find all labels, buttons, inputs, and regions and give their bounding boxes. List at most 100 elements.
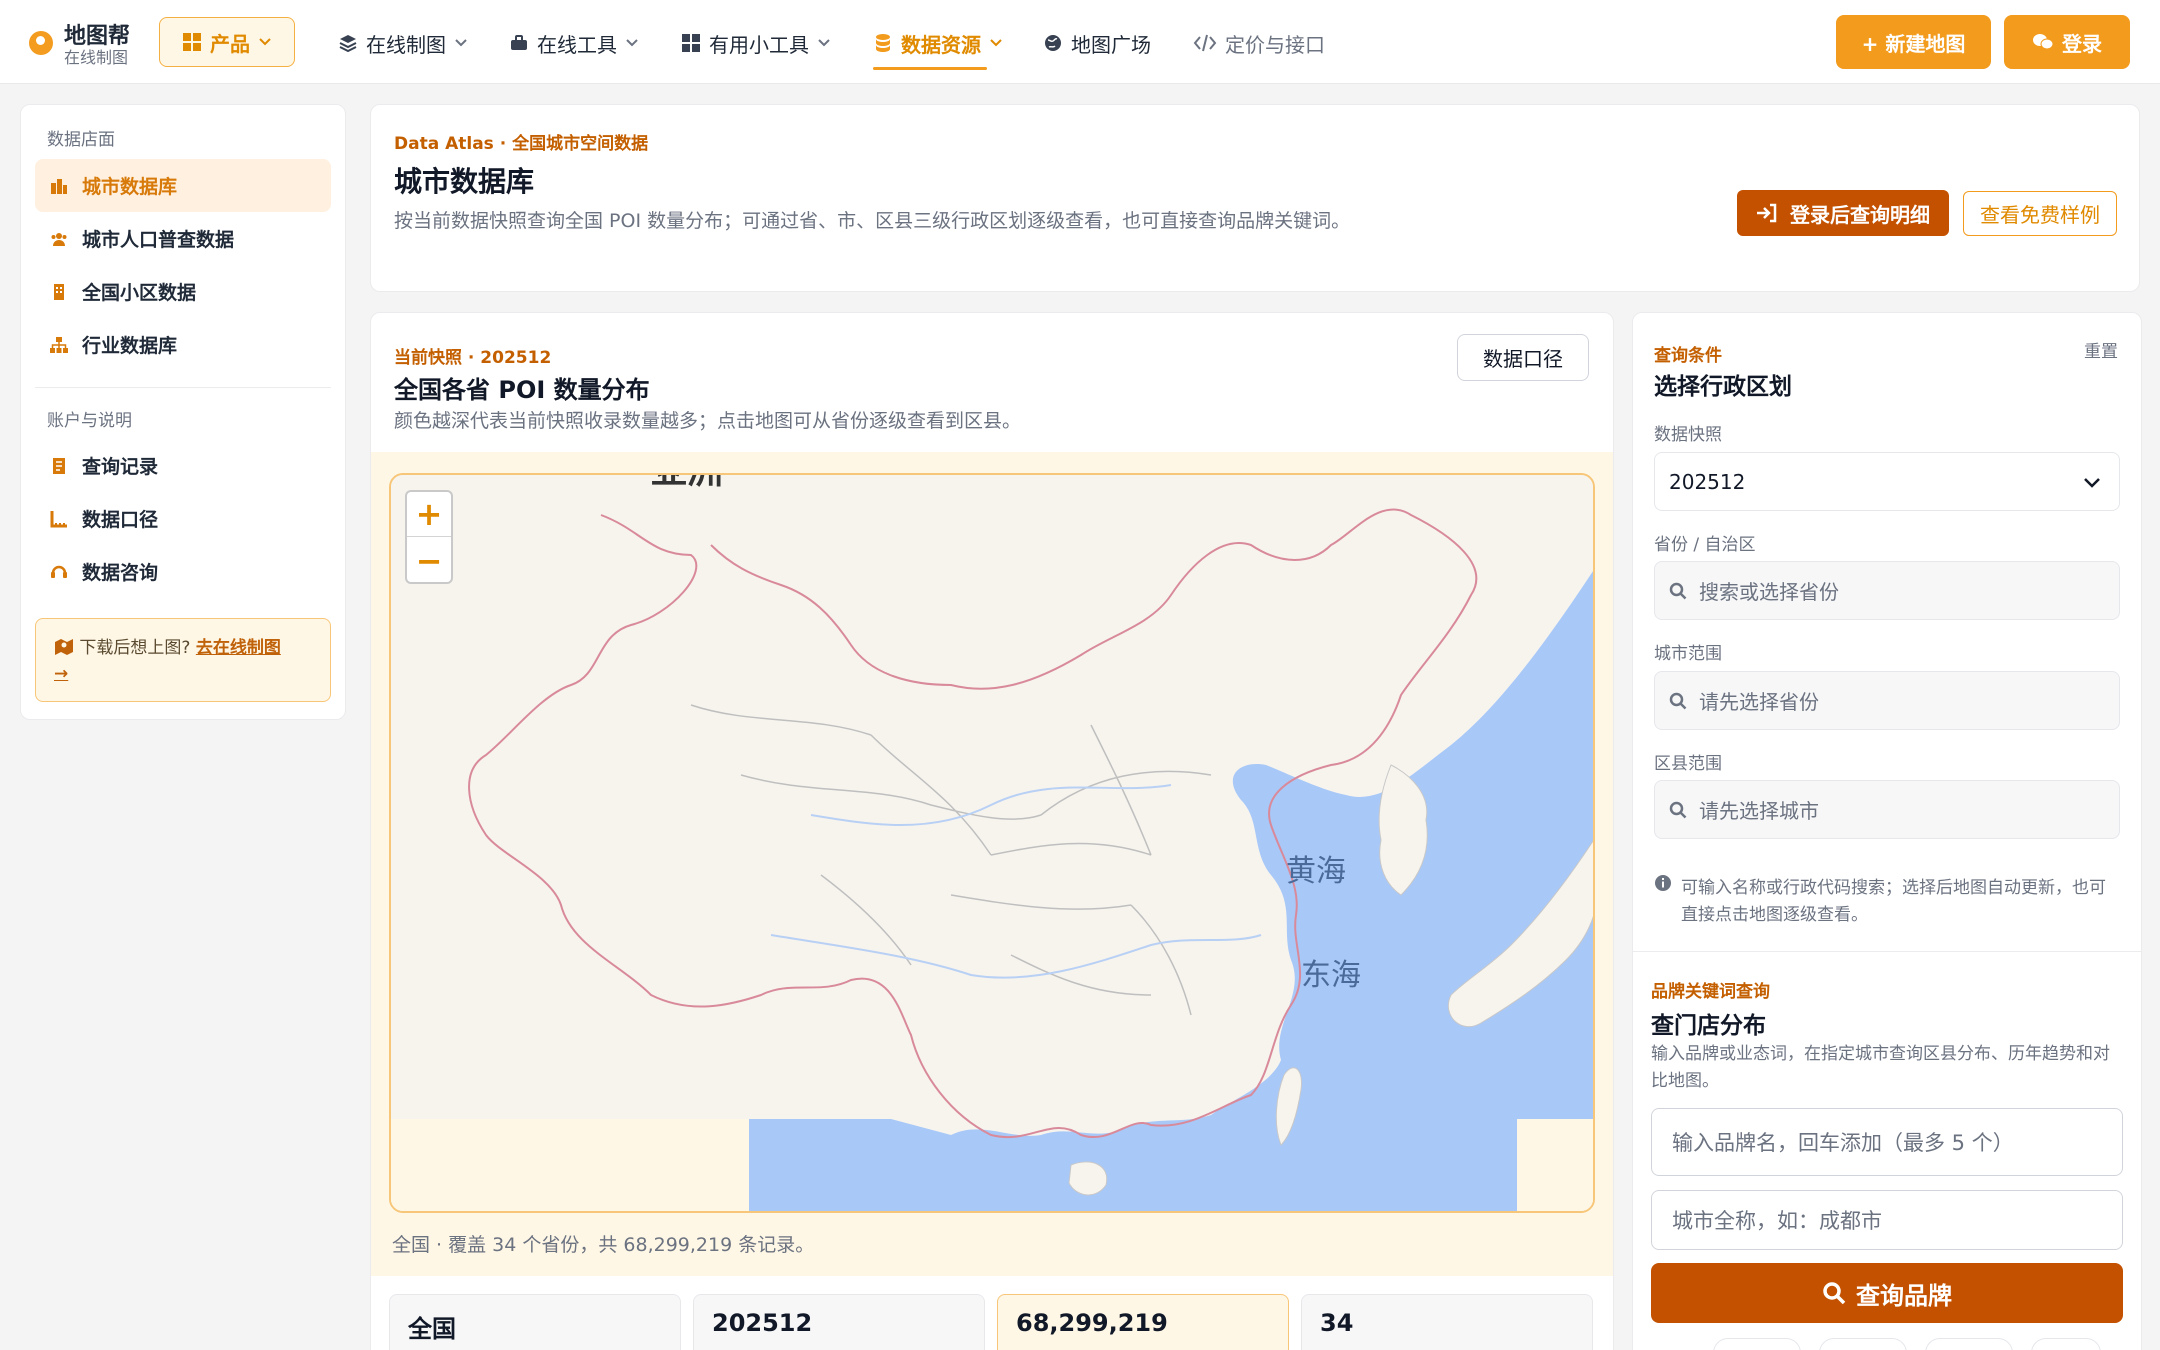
query-brand-button[interactable]: 查询品牌 — [1651, 1263, 2123, 1323]
nav-useful-tools[interactable]: 有用小工具 — [681, 26, 831, 60]
page-description: 按当前数据快照查询全国 POI 数量分布；可通过省、市、区县三级行政区划逐级查看… — [394, 210, 1351, 232]
chevron-down-icon — [455, 39, 467, 47]
nav-pricing-api[interactable]: 定价与接口 — [1193, 26, 1325, 60]
map-label-yellow-sea: 黄海 — [1286, 854, 1346, 889]
sidebar-item-label: 行业数据库 — [82, 335, 178, 357]
map-title: 全国各省 POI 数量分布 — [394, 376, 650, 404]
sidebar-section-account: 账户与说明 — [47, 411, 132, 431]
nav-map-square[interactable]: 地图广场 — [1043, 26, 1151, 60]
nav-data-resources[interactable]: 数据资源 — [873, 26, 1003, 60]
sidebar-item-industry[interactable]: 行业数据库 — [35, 318, 331, 371]
map-marker-icon — [55, 639, 73, 655]
search-icon — [1669, 582, 1687, 599]
new-map-button[interactable]: + 新建地图 — [1836, 15, 1991, 69]
logo-icon[interactable] — [29, 31, 53, 55]
sidebar-item-data-caliber[interactable]: 数据口径 — [35, 492, 331, 545]
nav-label: 有用小工具 — [709, 32, 809, 57]
brand-subtitle: 在线制图 — [64, 48, 129, 67]
nav-label: 在线工具 — [537, 32, 617, 57]
brand-query-title: 查门店分布 — [1651, 1013, 1766, 1039]
chevron-down-icon — [2084, 477, 2100, 488]
search-icon — [1669, 801, 1687, 818]
sidebar-item-city-database[interactable]: 城市数据库 — [35, 159, 331, 212]
brand-query-eyebrow: 品牌关键词查询 — [1651, 982, 1770, 1002]
city-placeholder: 请先选择省份 — [1699, 690, 1819, 714]
nav-label: 定价与接口 — [1225, 32, 1325, 57]
suggestion-chip[interactable] — [1925, 1338, 2013, 1350]
stat-records: 68,299,219 — [997, 1294, 1289, 1350]
sidebar-item-label: 全国小区数据 — [82, 282, 197, 304]
sidebar-item-label: 城市人口普查数据 — [82, 229, 235, 251]
wechat-icon — [2033, 34, 2054, 50]
suggestion-chip[interactable] — [1819, 1338, 1907, 1350]
sidebar-item-census[interactable]: 城市人口普查数据 — [35, 212, 331, 265]
sidebar-section-store: 数据店面 — [47, 130, 115, 150]
product-label: 产品 — [210, 31, 250, 56]
sign-in-icon — [1757, 203, 1777, 223]
china-map[interactable]: 黄海 东海 亚洲 — [389, 473, 1595, 1213]
brand-name-input[interactable]: 输入品牌名，回车添加（最多 5 个） — [1651, 1108, 2123, 1176]
province-search-input[interactable]: 搜索或选择省份 — [1654, 561, 2120, 620]
login-button[interactable]: 登录 — [2004, 15, 2130, 69]
promo-text: 下载后想上图? — [79, 638, 191, 658]
map-label-top-cut: 亚洲 — [651, 475, 723, 492]
chevron-down-icon — [259, 38, 271, 46]
sidebar-item-label: 数据口径 — [82, 509, 159, 531]
city-search-input[interactable]: 请先选择省份 — [1654, 671, 2120, 730]
active-nav-indicator — [873, 67, 987, 70]
chevron-down-icon — [818, 39, 830, 47]
sidebar-item-label: 查询记录 — [82, 456, 159, 478]
sidebar-item-query-history[interactable]: 查询记录 — [35, 439, 331, 492]
china-map-svg[interactable]: 黄海 东海 亚洲 — [391, 475, 1595, 1213]
globe-icon — [1045, 35, 1061, 51]
district-placeholder: 请先选择城市 — [1699, 799, 1819, 823]
map-eyebrow: 当前快照 · 202512 — [394, 348, 552, 368]
district-search-input[interactable]: 请先选择城市 — [1654, 780, 2120, 839]
promo-link[interactable]: 去在线制图 — [196, 638, 281, 658]
product-menu-button[interactable]: 产品 — [159, 17, 295, 67]
province-label: 省份 / 自治区 — [1654, 535, 1756, 555]
query-brand-label: 查询品牌 — [1856, 1281, 1952, 1310]
stat-region: 全国 — [389, 1294, 681, 1350]
sidebar-item-communities[interactable]: 全国小区数据 — [35, 265, 331, 318]
search-icon — [1669, 692, 1687, 709]
sidebar-divider — [35, 387, 331, 388]
city-label: 城市范围 — [1654, 644, 1722, 664]
zoom-in-button[interactable]: + — [407, 492, 451, 537]
page-eyebrow: Data Atlas · 全国城市空间数据 — [394, 134, 649, 154]
query-title: 选择行政区划 — [1654, 374, 1792, 400]
map-caption: 全国 · 覆盖 34 个省份，共 68,299,219 条记录。 — [392, 1234, 815, 1256]
nav-label: 数据资源 — [901, 32, 981, 57]
suggestion-chip[interactable] — [1713, 1338, 1801, 1350]
nav-label: 地图广场 — [1071, 32, 1151, 57]
suggestion-chip[interactable] — [2031, 1338, 2101, 1350]
nav-online-tools[interactable]: 在线工具 — [509, 26, 639, 60]
data-caliber-button[interactable]: 数据口径 — [1457, 334, 1589, 381]
zoom-out-button[interactable]: − — [407, 538, 451, 583]
nav-online-mapping[interactable]: 在线制图 — [338, 26, 468, 60]
brand-city-input[interactable]: 城市全称，如：成都市 — [1651, 1190, 2123, 1250]
layers-icon — [339, 35, 357, 53]
map-description: 颜色越深代表当前快照收录数量越多；点击地图可从省份逐级查看到区县。 — [394, 410, 1022, 432]
query-panel-divider — [1633, 951, 2141, 952]
code-icon — [1193, 34, 1217, 52]
district-label: 区县范围 — [1654, 754, 1722, 774]
promo-arrow[interactable]: → — [54, 664, 68, 684]
brand-query-desc: 输入品牌或业态词，在指定城市查询区县分布、历年趋势和对比地图。 — [1651, 1044, 2110, 1091]
sidebar-item-consult[interactable]: 数据咨询 — [35, 545, 331, 598]
map-unloaded-tile-right — [1517, 1119, 1593, 1211]
page-title: 城市数据库 — [394, 165, 535, 198]
free-sample-button[interactable]: 查看免费样例 — [1963, 191, 2117, 236]
database-icon — [876, 34, 890, 52]
stat-provinces: 34 — [1301, 1294, 1593, 1350]
snapshot-value: 202512 — [1669, 469, 1746, 494]
reset-button[interactable]: 重置 — [2084, 337, 2118, 362]
login-query-button[interactable]: 登录后查询明细 — [1737, 190, 1949, 236]
sitemap-icon — [50, 336, 68, 353]
snapshot-select[interactable]: 202512 — [1654, 452, 2120, 511]
stat-snapshot: 202512 — [693, 1294, 985, 1350]
zoom-control: + − — [405, 490, 453, 584]
sidebar-item-label: 数据咨询 — [82, 562, 159, 584]
query-hint: 可输入名称或行政代码搜索；选择后地图自动更新，也可直接点击地图逐级查看。 — [1681, 878, 2106, 925]
search-icon — [1823, 1282, 1846, 1305]
